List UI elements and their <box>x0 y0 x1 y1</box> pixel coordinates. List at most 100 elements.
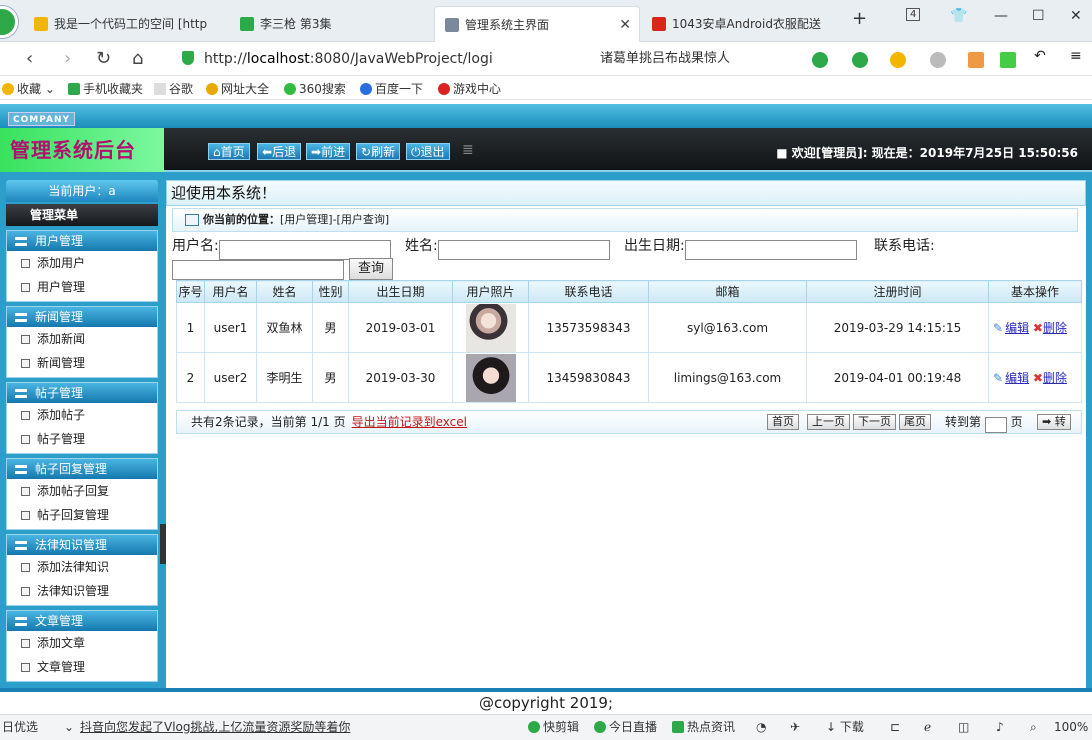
bookmark-games[interactable]: 游戏中心 <box>438 80 501 97</box>
export-excel-link[interactable]: 导出当前记录到excel <box>352 415 467 429</box>
home-button[interactable]: ⌂首页 <box>208 143 250 160</box>
menu-group-header[interactable]: 帖子回复管理 <box>7 459 157 479</box>
tab-4[interactable]: 1043安卓Android衣服配送 <box>642 6 842 42</box>
apps-icon[interactable] <box>968 52 984 68</box>
new-tab-icon[interactable]: + <box>852 8 867 29</box>
birth-date-input[interactable] <box>684 240 857 260</box>
phone-icon <box>68 83 80 95</box>
first-page-button[interactable]: 首页 <box>767 414 799 430</box>
cell-gender: 男 <box>312 302 349 353</box>
search-suggestion[interactable]: 诸葛单挑吕布战果惊人 <box>600 46 730 72</box>
reload-icon[interactable]: ↻ <box>96 48 111 69</box>
prev-page-button[interactable]: 上一页 <box>807 414 850 430</box>
column-header: 联系电话 <box>528 280 649 303</box>
refresh-button[interactable]: ↻刷新 <box>356 143 401 160</box>
browser-e-icon[interactable]: ℯ <box>924 715 931 739</box>
close-window-icon[interactable]: ✕ <box>1070 8 1082 24</box>
url-input[interactable]: http://localhost:8080/JavaWebProject/log… <box>182 46 582 72</box>
menu-group-header[interactable]: 帖子管理 <box>7 383 157 403</box>
bookmark-hao[interactable]: 网址大全 <box>206 80 269 97</box>
bookmark-favorites[interactable]: 收藏 ⌄ <box>2 80 55 97</box>
phone-filter-label: 联系电话: <box>874 238 935 254</box>
cell-email: limings@163.com <box>648 352 807 403</box>
download-button[interactable]: ↓ 下载 <box>826 715 864 739</box>
tab-count[interactable]: 4 <box>906 8 921 21</box>
sidebar-item-user-manage[interactable]: 用户管理 <box>7 275 157 299</box>
menu-group-header[interactable]: 新闻管理 <box>7 307 157 327</box>
pin-icon[interactable]: ✈ <box>790 715 800 739</box>
edit-link[interactable]: 编辑 <box>1005 321 1029 335</box>
query-button[interactable]: 查询 <box>349 258 393 280</box>
sidebar-item-reply-manage[interactable]: 帖子回复管理 <box>7 503 157 527</box>
screen-icon[interactable]: ⊏ <box>890 715 900 739</box>
maximize-icon[interactable]: ☐ <box>1032 8 1045 24</box>
close-tab-icon[interactable]: ✕ <box>619 7 631 42</box>
phone-input[interactable] <box>172 260 344 280</box>
page-number-input[interactable] <box>984 416 1007 433</box>
delete-link[interactable]: 删除 <box>1043 321 1067 335</box>
edit-link[interactable]: 编辑 <box>1005 371 1029 385</box>
undo-icon[interactable]: ↶ <box>1034 48 1050 64</box>
delete-link[interactable]: 删除 <box>1043 371 1067 385</box>
bookmark-mobile[interactable]: 手机收藏夹 <box>68 80 143 97</box>
sidebar-item-add-news[interactable]: 添加新闻 <box>7 327 157 351</box>
name-filter: 姓名: <box>405 234 610 260</box>
sidebar-item-add-post[interactable]: 添加帖子 <box>7 403 157 427</box>
translate-icon[interactable] <box>852 52 868 68</box>
game-icon[interactable] <box>930 52 946 68</box>
go-button[interactable]: ➡ 转 <box>1037 414 1071 430</box>
minimize-icon[interactable]: — <box>994 8 1008 24</box>
sidebar-item-law-manage[interactable]: 法律知识管理 <box>7 579 157 603</box>
volume-icon[interactable]: ♪ <box>996 715 1004 739</box>
cell-username: user1 <box>204 302 257 353</box>
next-page-button[interactable]: 下一页 <box>853 414 896 430</box>
menu-group-law: 法律知识管理 添加法律知识 法律知识管理 <box>6 534 158 606</box>
more-icon[interactable]: ≡ <box>1070 48 1086 64</box>
browser-logo-icon[interactable] <box>0 6 18 38</box>
logout-button[interactable]: ⏻退出 <box>406 143 450 160</box>
bookmark-baidu[interactable]: 百度一下 <box>360 80 423 97</box>
zoom-icon[interactable]: ⌕ <box>1030 715 1037 739</box>
hot-news-button[interactable]: 热点资讯 <box>672 715 735 739</box>
live-button[interactable]: 今日直播 <box>594 715 657 739</box>
menu-group-header[interactable]: 法律知识管理 <box>7 535 157 555</box>
footer: @copyright 2019; <box>0 692 1092 714</box>
sidebar-item-add-article[interactable]: 添加文章 <box>7 631 157 655</box>
sidebar-item-post-manage[interactable]: 帖子管理 <box>7 427 157 451</box>
bookmark-360[interactable]: 360搜索 <box>284 80 346 97</box>
username-input[interactable] <box>218 240 391 260</box>
last-page-button[interactable]: 尾页 <box>899 414 931 430</box>
cell-actions: ✎ 编辑 ✖删除 <box>988 352 1082 403</box>
sidebar-item-add-law[interactable]: 添加法律知识 <box>7 555 157 579</box>
forward-button[interactable]: ➡前进 <box>306 143 351 160</box>
tab-2[interactable]: 李三枪 第3集 <box>230 6 430 42</box>
sidebar-item-add-reply[interactable]: 添加帖子回复 <box>7 479 157 503</box>
tab-1[interactable]: 我是一个代码工的空间 [http <box>24 6 224 42</box>
home-icon[interactable]: ⌂ <box>132 48 143 69</box>
bookmark-google[interactable]: 谷歌 <box>154 80 193 97</box>
sidebar-item-news-manage[interactable]: 新闻管理 <box>7 351 157 375</box>
menu-group-header[interactable]: 文章管理 <box>7 611 157 631</box>
menu-group-header[interactable]: 用户管理 <box>7 231 157 251</box>
shirt-icon[interactable]: 👕 <box>950 8 967 24</box>
quick-clip-button[interactable]: 快剪辑 <box>528 715 579 739</box>
sidebar-item-article-manage[interactable]: 文章管理 <box>7 655 157 679</box>
name-input[interactable] <box>437 240 610 260</box>
current-user: 当前用户：a <box>6 180 158 202</box>
scissors-icon[interactable] <box>812 52 828 68</box>
list-icon[interactable]: ≣ <box>462 142 474 158</box>
battery-icon[interactable] <box>1000 52 1016 68</box>
menu-icon <box>15 617 27 626</box>
back-icon[interactable]: ‹ <box>26 48 33 69</box>
news-ticker-link[interactable]: 抖音向您发起了Vlog挑战,上亿流量资源奖励等着你 <box>80 715 350 739</box>
page-icon <box>21 639 30 648</box>
tab-3[interactable]: 管理系统主界面 ✕ <box>434 6 640 42</box>
sidebar-item-add-user[interactable]: 添加用户 <box>7 251 157 275</box>
chevron-down-icon[interactable]: ⌄ <box>64 715 74 739</box>
forward-icon[interactable]: › <box>64 48 71 69</box>
speed-icon[interactable]: ◔ <box>756 715 766 739</box>
collection-icon[interactable]: ◫ <box>958 715 969 739</box>
zoom-level[interactable]: 100% <box>1054 715 1088 739</box>
coin-icon[interactable] <box>890 52 906 68</box>
back-button[interactable]: ⬅后退 <box>257 143 302 160</box>
